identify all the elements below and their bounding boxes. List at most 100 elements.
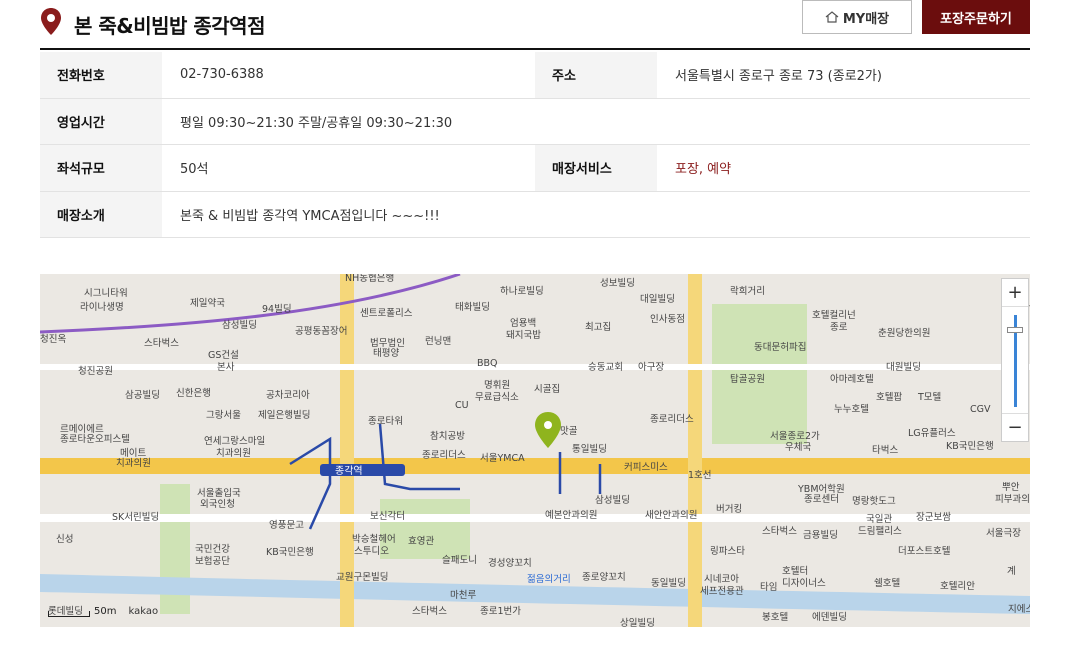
zoom-out-button[interactable]: − <box>1002 413 1028 441</box>
map-label: 명랑핫도그 <box>852 495 896 507</box>
zoom-slider-handle[interactable] <box>1007 327 1023 333</box>
map-label: 예본안과의원 <box>545 510 597 521</box>
zoom-in-button[interactable]: + <box>1002 279 1028 307</box>
address-label: 주소 <box>535 52 657 98</box>
home-icon <box>825 11 839 23</box>
map-label: 커피스미스 <box>624 462 668 473</box>
map-label: 새안안과의원 <box>645 510 697 521</box>
map-label: 봉호텔 <box>762 611 788 623</box>
map-label: 상일빌딩 <box>620 618 655 627</box>
map-label: 인사동점 <box>650 313 685 325</box>
map-label: NH농협은행 <box>345 274 394 284</box>
map-label: 통일빌딩 <box>572 444 607 455</box>
map-label: 신성 <box>56 534 73 545</box>
map-label: BBQ <box>477 358 498 369</box>
map-label: 참치공방 <box>430 430 465 442</box>
intro-label: 매장소개 <box>40 191 162 237</box>
map-label: 시골집 <box>534 383 560 395</box>
address-value: 서울특별시 종로구 종로 73 (종로2가) <box>675 69 882 85</box>
map-label: 마천루 <box>450 590 476 601</box>
map-label: 동대문허파집 <box>754 341 806 353</box>
map-label: 영풍문고 <box>269 520 304 531</box>
map-label: 94빌딩 <box>262 304 292 315</box>
road <box>688 274 702 627</box>
hours-label: 영업시간 <box>40 98 162 144</box>
map-label: 맛골 <box>560 426 578 437</box>
map-label: 락희거리 <box>730 285 765 297</box>
map-label: 동일빌딩 <box>651 578 686 589</box>
map-label: 더포스트호텔 <box>898 545 951 557</box>
map-canvas[interactable]: 종각역 시그니타워 라이나생명 제일약국 삼성빌딩 94빌딩 NH농협은행 센트… <box>40 274 1030 627</box>
map-label: 청진공원 <box>78 366 113 377</box>
map-label: 타임 <box>760 581 777 593</box>
main-road <box>40 458 1030 474</box>
map-label: 공차코리아 <box>266 389 310 401</box>
map-label: 호텔리안 <box>940 580 975 592</box>
map-label: 종로1번가 <box>480 606 521 617</box>
map-label: CGV <box>970 404 991 415</box>
map-label: 신한은행 <box>176 387 211 399</box>
phone-value: 02-730-6388 <box>180 67 264 83</box>
map-label: 청진옥 <box>40 334 66 345</box>
map-label: 스타벅스 <box>762 526 797 537</box>
map-label: 타벅스 <box>872 445 898 456</box>
map-label: 뿌안 <box>1002 482 1020 493</box>
map-label: 태평양 <box>373 348 399 359</box>
info-row-phone: 전화번호 02-730-6388 주소 서울특별시 종로구 종로 73 (종로2… <box>40 52 1030 99</box>
map-label: 계 <box>1007 565 1016 577</box>
map-label: 서울YMCA <box>480 453 525 464</box>
info-row-seats: 좌석규모 50석 매장서비스 포장, 예약 <box>40 145 1030 192</box>
my-store-button[interactable]: MY매장 <box>802 0 912 34</box>
map-label: GS건설 <box>208 350 239 361</box>
map-label: 서울극장 <box>986 528 1021 539</box>
map-label: 그랑서울 <box>206 409 241 421</box>
map-scale: 50m kakao <box>48 606 158 617</box>
map-label: CU <box>455 400 469 411</box>
map-label: T모텔 <box>917 391 942 403</box>
map-label: 시네코아 <box>704 574 739 585</box>
map-label: 버거킹 <box>716 503 742 515</box>
map-label: 호텔팝 <box>876 391 902 403</box>
map-label: 1호선 <box>688 470 712 481</box>
map-label: 엄용백 <box>510 317 536 329</box>
map-label: 태화빌딩 <box>455 302 490 313</box>
map-label: 종로 <box>830 322 848 333</box>
store-location-pin-icon[interactable] <box>535 412 561 448</box>
scale-label: 50m <box>94 606 117 617</box>
map-label: LG유플러스 <box>908 428 956 439</box>
map-label: 세프전용관 <box>700 586 744 597</box>
hours-value: 평일 09:30~21:30 주말/공휴일 09:30~21:30 <box>180 115 453 131</box>
map-label: 본사 <box>217 362 235 373</box>
location-pin-icon <box>41 8 61 35</box>
store-map[interactable]: 종각역 시그니타워 라이나생명 제일약국 삼성빌딩 94빌딩 NH농협은행 센트… <box>40 274 1030 627</box>
map-label: 보신각터 <box>370 510 405 522</box>
phone-label: 전화번호 <box>40 52 162 98</box>
zoom-control: + − <box>1001 278 1029 442</box>
map-label: 외국인청 <box>200 498 235 510</box>
map-label: KB국민은행 <box>946 440 994 452</box>
map-label: 라이나생명 <box>80 302 124 313</box>
map-label: 우체국 <box>785 442 811 453</box>
map-label: 드림팰리스 <box>858 525 902 537</box>
order-button[interactable]: 포장주문하기 <box>922 0 1030 34</box>
intro-value: 본죽 & 비빔밥 종각역 YMCA점입니다 ~~~!!! <box>180 208 440 224</box>
map-label: 서울출입국 <box>197 487 241 499</box>
map-label: 호텔터 <box>782 565 808 577</box>
station-label: 종각역 <box>335 465 363 477</box>
map-label: 디자이너스 <box>782 578 826 589</box>
map-label: 센트로폴리스 <box>360 308 413 319</box>
map-label: 종로리더스 <box>650 414 694 425</box>
map-label: 춘원당한의원 <box>878 328 930 339</box>
map-label: 승동교회 <box>588 362 623 373</box>
map-label: 대원빌딩 <box>886 362 921 373</box>
map-label: 삼성빌딩 <box>222 320 257 331</box>
map-label: 아구장 <box>638 362 664 373</box>
map-label: 런닝맨 <box>425 336 451 347</box>
map-label: 국민건강 <box>195 544 230 555</box>
road <box>40 364 1030 370</box>
map-label: 돼지국밥 <box>506 330 541 341</box>
map-label: 링파스타 <box>710 545 745 557</box>
map-label: 아마레호텔 <box>830 373 874 385</box>
map-label: 제일약국 <box>190 297 225 309</box>
map-label: 지에스 <box>1008 604 1030 615</box>
